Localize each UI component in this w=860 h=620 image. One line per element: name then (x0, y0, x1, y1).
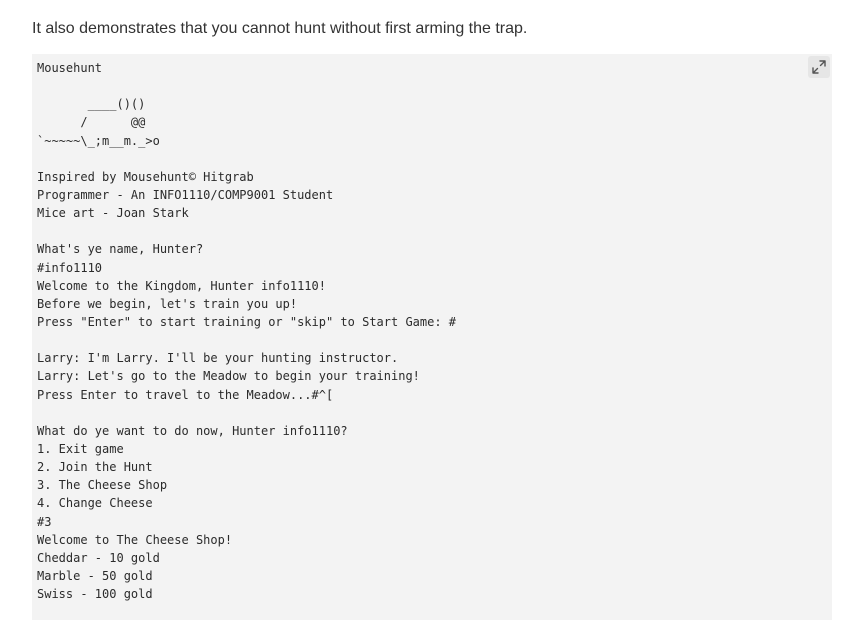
code-line: Cheddar - 10 gold (37, 550, 160, 565)
code-line: Mousehunt (37, 61, 103, 75)
code-line: / @@ (37, 115, 146, 130)
code-line: Swiss - 100 gold (37, 587, 153, 602)
code-text: Mousehunt ____()() / @@ `~~~~~\_;m__m._>o… (37, 59, 456, 603)
code-line: 4. Change Cheese (37, 496, 153, 511)
code-line: Welcome to the Kingdom, Hunter info1110! (37, 278, 326, 293)
code-line: Welcome to The Cheese Shop! (37, 532, 233, 547)
expand-button[interactable] (808, 56, 830, 78)
code-line: 3. The Cheese Shop (37, 478, 168, 493)
code-line: #info1110 (37, 260, 103, 275)
code-line: Press Enter to travel to the Meadow...#^… (37, 387, 334, 402)
intro-paragraph: It also demonstrates that you cannot hun… (32, 20, 528, 37)
code-line: Before we begin, let's train you up! (37, 296, 298, 311)
code-line: #3 (37, 514, 52, 529)
code-line: Inspired by Mousehunt© Hitgrab (37, 169, 254, 184)
code-line: `~~~~~\_;m__m._>o (37, 133, 160, 148)
code-line: What's ye name, Hunter? (37, 242, 204, 257)
expand-icon (812, 60, 826, 74)
code-block: Mousehunt ____()() / @@ `~~~~~\_;m__m._>o… (32, 54, 832, 620)
code-line: Larry: Let's go to the Meadow to begin y… (37, 369, 420, 384)
code-line: Press "Enter" to start training or "skip… (37, 314, 457, 329)
code-line: Larry: I'm Larry. I'll be your hunting i… (37, 351, 399, 366)
code-line: ____()() (37, 97, 146, 112)
code-line: 1. Exit game (37, 441, 124, 456)
code-line: What do ye want to do now, Hunter info11… (37, 423, 348, 438)
code-line: Mice art - Joan Stark (37, 206, 189, 221)
code-line: Marble - 50 gold (37, 568, 153, 583)
code-line: Programmer - An INFO1110/COMP9001 Studen… (37, 187, 334, 202)
code-line: 2. Join the Hunt (37, 460, 153, 475)
